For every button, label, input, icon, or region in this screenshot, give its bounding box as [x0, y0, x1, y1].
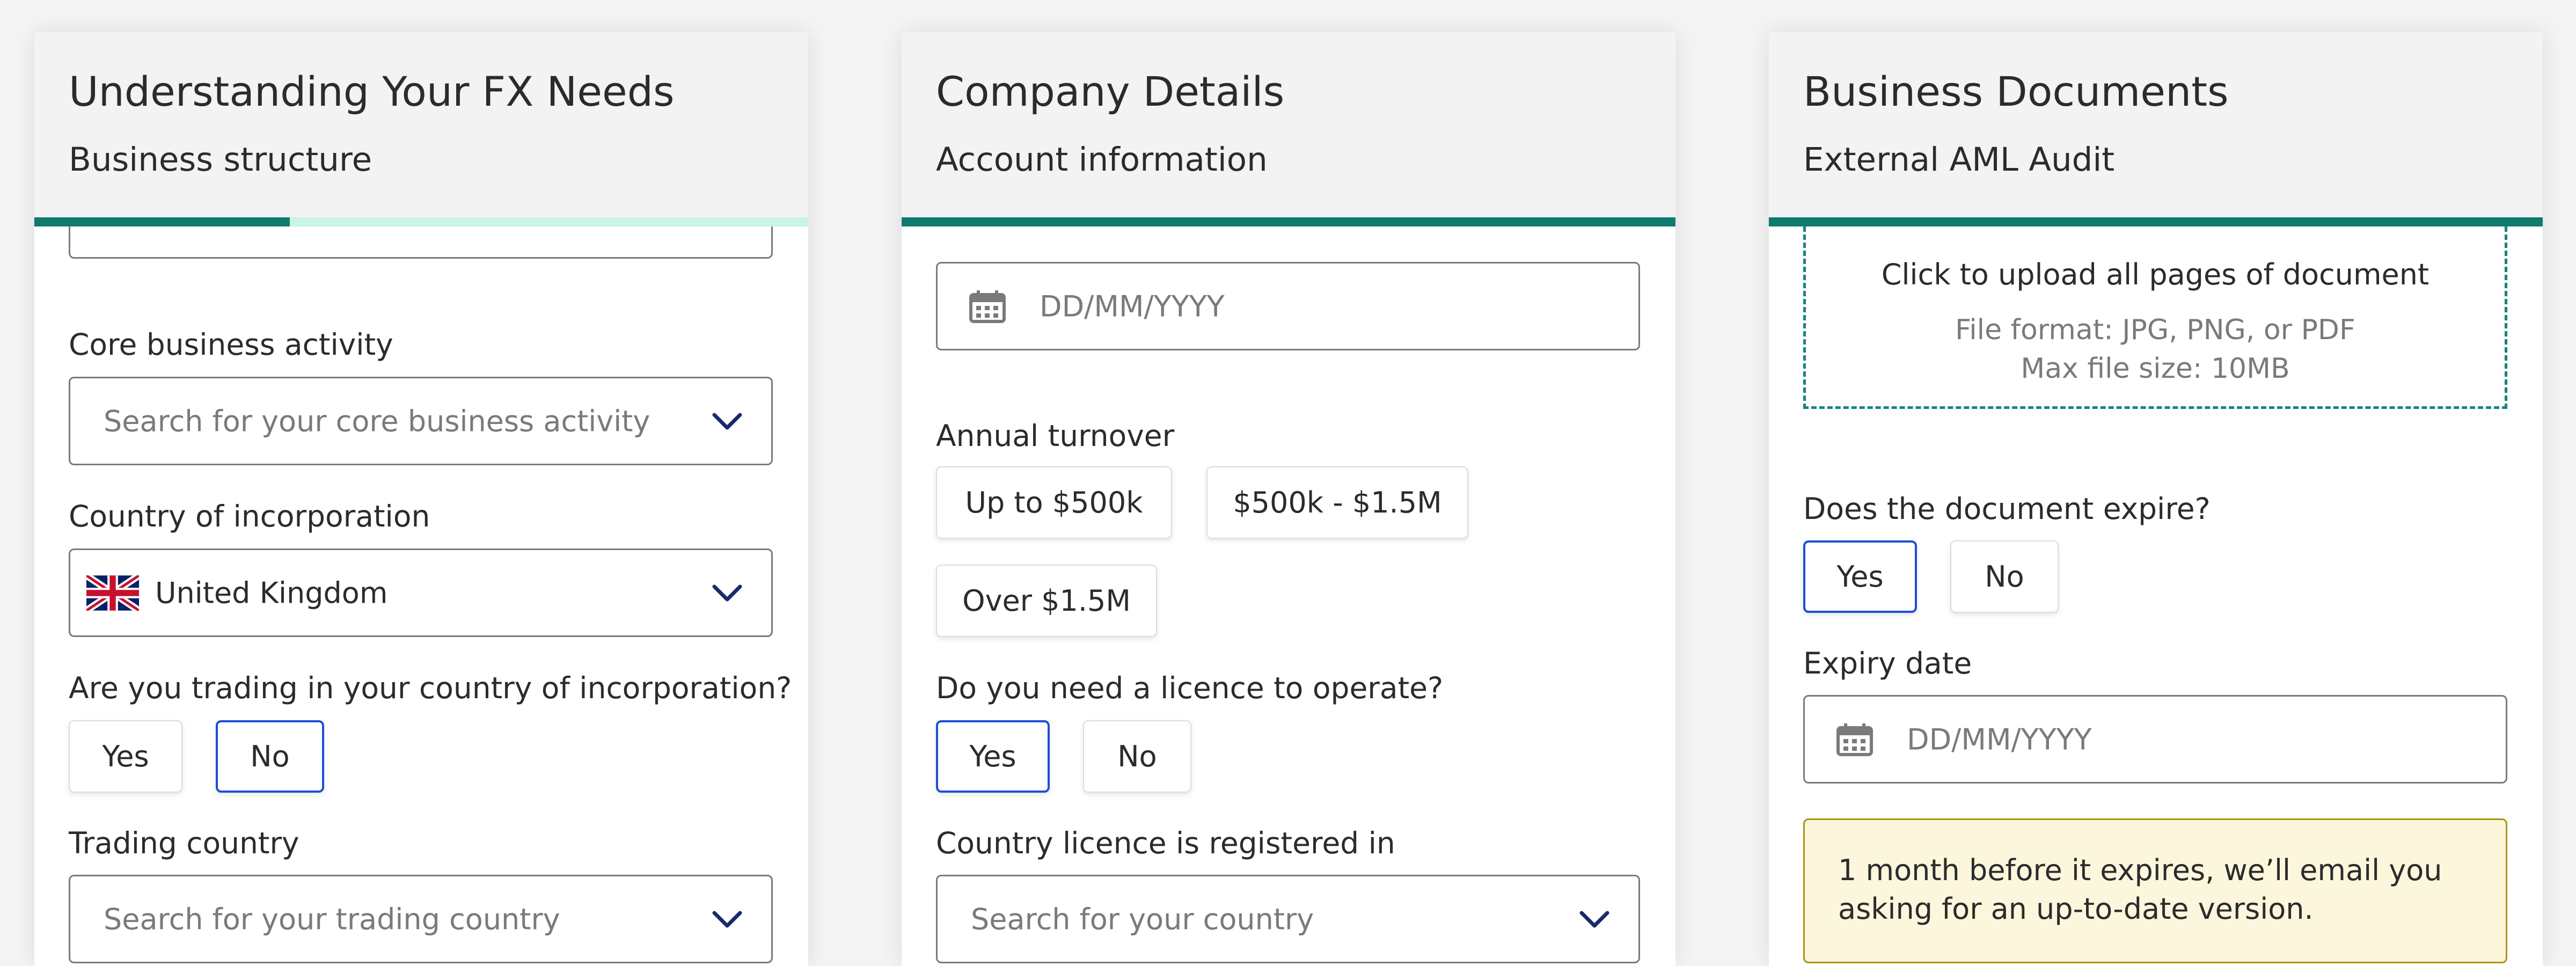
core-activity-select[interactable]: Search for your core business activity	[69, 377, 773, 465]
card-header: Company Details Account information	[902, 32, 1675, 217]
trading-country-label: Trading country	[69, 826, 299, 860]
turnover-label: Annual turnover	[936, 419, 1175, 453]
expiry-reminder-notice: 1 month before it expires, we’ll email y…	[1803, 818, 2507, 963]
trading-country-select[interactable]: Search for your trading country	[69, 875, 773, 963]
turnover-option-1[interactable]: Up to $500k	[936, 466, 1172, 539]
card-title: Company Details	[936, 68, 1285, 115]
upload-max-size: Max file size: 10MB	[2021, 353, 2290, 385]
licence-no-option[interactable]: No	[1083, 720, 1191, 793]
progress-bar-fill	[902, 217, 1675, 226]
fx-needs-card: Understanding Your FX Needs Business str…	[34, 32, 808, 966]
card-header: Business Documents External AML Audit	[1769, 32, 2543, 217]
trading-yes-option[interactable]: Yes	[69, 720, 182, 793]
business-documents-card: Business Documents External AML Audit Cl…	[1769, 32, 2543, 966]
turnover-option-2[interactable]: $500k - $1.5M	[1206, 466, 1468, 539]
chevron-down-icon	[712, 413, 742, 429]
card-subtitle: Account information	[936, 141, 1268, 179]
core-activity-placeholder: Search for your core business activity	[104, 404, 650, 438]
expiry-date-input[interactable]: DD/MM/YYYY	[1803, 695, 2507, 784]
card-subtitle: External AML Audit	[1803, 141, 2115, 179]
expiry-date-label: Expiry date	[1803, 646, 1972, 680]
notice-text: 1 month before it expires, we’ll email y…	[1838, 853, 2442, 926]
progress-bar	[34, 217, 808, 226]
progress-bar	[902, 217, 1675, 226]
previous-field-input[interactable]	[69, 226, 773, 259]
licence-yes-option[interactable]: Yes	[936, 720, 1050, 793]
country-incorporation-value: United Kingdom	[155, 576, 388, 610]
trading-no-option[interactable]: No	[216, 720, 324, 793]
card-body: Core business activity Search for your c…	[34, 226, 808, 966]
expire-question-label: Does the document expire?	[1803, 492, 2211, 526]
card-title: Understanding Your FX Needs	[69, 68, 675, 115]
licence-country-label: Country licence is registered in	[936, 826, 1395, 860]
card-header: Understanding Your FX Needs Business str…	[34, 32, 808, 217]
licence-question-label: Do you need a licence to operate?	[936, 671, 1444, 705]
calendar-icon	[969, 290, 1006, 323]
upload-title: Click to upload all pages of document	[1881, 258, 2429, 291]
expire-no-option[interactable]: No	[1950, 540, 2059, 613]
uk-flag-icon	[86, 575, 139, 611]
expiry-date-placeholder: DD/MM/YYYY	[1907, 722, 2092, 756]
upload-dropzone[interactable]: Click to upload all pages of document Fi…	[1803, 226, 2507, 409]
trading-country-placeholder: Search for your trading country	[104, 902, 560, 936]
turnover-option-3[interactable]: Over $1.5M	[936, 565, 1157, 637]
date-placeholder: DD/MM/YYYY	[1040, 289, 1225, 323]
licence-country-placeholder: Search for your country	[971, 902, 1314, 936]
country-incorporation-label: Country of incorporation	[69, 499, 430, 533]
date-input[interactable]: DD/MM/YYYY	[936, 262, 1640, 350]
progress-bar-fill	[34, 217, 290, 226]
chevron-down-icon	[1579, 911, 1609, 927]
trading-question-label: Are you trading in your country of incor…	[69, 671, 792, 705]
upload-formats: File format: JPG, PNG, or PDF	[1955, 314, 2355, 346]
card-body: Click to upload all pages of document Fi…	[1769, 226, 2543, 966]
chevron-down-icon	[712, 911, 742, 927]
core-activity-label: Core business activity	[69, 327, 393, 362]
licence-country-select[interactable]: Search for your country	[936, 875, 1640, 963]
progress-bar-fill	[1769, 217, 2543, 226]
calendar-icon	[1836, 723, 1873, 756]
card-title: Business Documents	[1803, 68, 2229, 115]
card-subtitle: Business structure	[69, 141, 372, 179]
card-body: DD/MM/YYYY Annual turnover Up to $500k $…	[902, 226, 1675, 966]
company-details-card: Company Details Account information DD/M…	[902, 32, 1675, 966]
expire-yes-option[interactable]: Yes	[1803, 540, 1917, 613]
country-incorporation-select[interactable]: United Kingdom	[69, 548, 773, 637]
chevron-down-icon	[712, 584, 742, 601]
progress-bar	[1769, 217, 2543, 226]
